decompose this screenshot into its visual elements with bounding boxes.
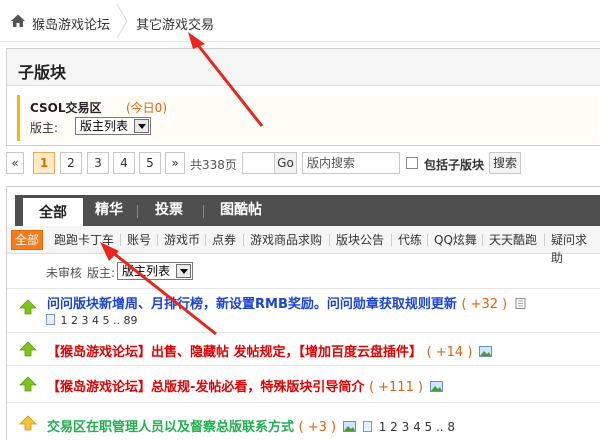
category-boosting[interactable]: 代练 <box>394 230 426 250</box>
breadcrumb-separator-icon <box>116 4 128 38</box>
category-account[interactable]: 账号 <box>123 230 155 250</box>
pinned-up-arrow-icon <box>19 376 37 392</box>
thread-title-link[interactable]: 【猴岛游戏论坛】总版规-发帖必看，特殊版块引导简介 ( +111 ) <box>47 376 443 395</box>
category-separator <box>544 234 545 246</box>
thread-title-text: 问问版块新增周、月排行榜，新设置RMB奖励。问问勋章获取规则更新 <box>47 297 457 312</box>
thread-pages-text: 1 2 3 4 5 .. 8 <box>378 420 456 434</box>
category-separator <box>120 234 121 246</box>
category-filter-bar: 全部 跑跑卡丁车 账号 游戏币 点券 游戏商品求购 版块公告 代练 QQ炫舞 天… <box>7 226 600 265</box>
filter-moderator-label: 版主: <box>87 266 116 280</box>
total-pages-label: 共338页 <box>190 158 237 172</box>
table-row: 交易区在职管理人员以及督察总版联系方式 ( +3 ) 1 2 3 4 5 .. … <box>7 402 600 440</box>
category-vouchers[interactable]: 点券 <box>208 230 240 250</box>
home-icon[interactable] <box>10 13 26 29</box>
subforum-today-count: (今日0) <box>126 101 167 115</box>
subforum-panel: 子版块 CSOL交易区 (今日0) 版主: 版主列表 <box>6 48 600 146</box>
tab-image-posts[interactable]: 图酷帖 <box>211 195 271 226</box>
moderator-select[interactable]: 版主列表 <box>75 117 151 135</box>
pinned-up-arrow-icon <box>19 299 37 315</box>
category-separator <box>329 234 330 246</box>
category-game-coins[interactable]: 游戏币 <box>160 230 204 250</box>
image-icon <box>342 421 356 432</box>
chevron-down-icon <box>176 264 191 278</box>
thread-heat: ( +32 ) <box>461 297 508 312</box>
thread-heat: ( +3 ) <box>298 420 337 435</box>
moderator-select-value: 版主列表 <box>80 119 129 133</box>
page-button-1[interactable]: 1 <box>33 152 55 174</box>
moderator-label: 版主: <box>30 121 59 135</box>
thread-filter: 未审核 版主: 版主列表 <box>7 254 600 288</box>
page-button-4[interactable]: 4 <box>113 152 135 174</box>
thread-heat: ( +14 ) <box>426 345 473 360</box>
unreviewed-link[interactable]: 未审核 <box>46 264 82 281</box>
next-page-button[interactable]: » <box>165 152 185 174</box>
tab-all[interactable]: 全部 <box>23 195 83 226</box>
thread-tabs: 全部 精华 投票 图酷帖 <box>7 187 600 226</box>
page-button-3[interactable]: 3 <box>87 152 109 174</box>
category-separator <box>157 234 158 246</box>
image-icon <box>478 346 492 357</box>
thread-page-links[interactable]: 1 2 3 4 5 .. 89 <box>46 314 137 327</box>
file-icon <box>515 298 526 309</box>
tab-separator <box>137 205 138 218</box>
tab-separator <box>203 205 204 218</box>
page-jump-input[interactable] <box>242 152 276 174</box>
thread-title-text: 交易区在职管理人员以及督察总版联系方式 <box>47 420 295 435</box>
pinned-up-arrow-icon <box>19 341 37 357</box>
filter-moderator-select[interactable]: 版主列表 <box>117 262 193 280</box>
prev-page-button[interactable]: « <box>6 152 24 174</box>
thread-title-link[interactable]: 问问版块新增周、月排行榜，新设置RMB奖励。问问勋章获取规则更新 ( +32 ) <box>47 293 527 312</box>
thread-title-link[interactable]: 【猴岛游戏论坛】出售、隐藏帖 发帖规定，【增加百度云盘插件】 ( +14 ) <box>47 341 492 360</box>
category-announcements[interactable]: 版块公告 <box>332 230 388 250</box>
thread-title-link[interactable]: 交易区在职管理人员以及督察总版联系方式 ( +3 ) 1 2 3 4 5 .. … <box>47 416 455 435</box>
thread-title-text: 【猴岛游戏论坛】总版规-发帖必看，特殊版块引导简介 <box>47 380 365 395</box>
page-button-5[interactable]: 5 <box>139 152 161 174</box>
table-row: 【猴岛游戏论坛】出售、隐藏帖 发帖规定，【增加百度云盘插件】 ( +14 ) <box>7 332 600 365</box>
include-subforum-checkbox[interactable] <box>406 157 418 169</box>
filter-moderator-select-value: 版主列表 <box>122 264 171 278</box>
category-separator <box>243 234 244 246</box>
subforum-item: CSOL交易区 (今日0) 版主: 版主列表 <box>17 95 597 141</box>
include-subforum-label: 包括子版块 <box>424 158 485 172</box>
subforum-heading: 子版块 <box>7 49 600 86</box>
forum-search-input[interactable]: 版内搜索 <box>302 152 400 174</box>
category-all[interactable]: 全部 <box>11 230 44 250</box>
thread-list: 全部 精华 投票 图酷帖 全部 跑跑卡丁车 账号 游戏币 点券 游戏商品求购 版… <box>6 186 600 440</box>
chevron-down-icon <box>134 119 149 133</box>
category-separator <box>427 234 428 246</box>
image-icon <box>429 381 443 392</box>
category-kart[interactable]: 跑跑卡丁车 <box>50 230 118 250</box>
page-go-button[interactable]: Go <box>274 152 297 174</box>
pinned-up-arrow-icon <box>19 415 37 431</box>
breadcrumb: 猴岛游戏论坛 其它游戏交易 <box>0 0 600 42</box>
tab-poll[interactable]: 投票 <box>147 195 191 226</box>
search-button[interactable]: 搜索 <box>489 152 521 174</box>
category-item-wanted[interactable]: 游戏商品求购 <box>246 230 326 250</box>
category-separator <box>391 234 392 246</box>
subforum-name-link[interactable]: CSOL交易区 <box>30 99 102 116</box>
category-parkour[interactable]: 天天酷跑 <box>485 230 541 250</box>
thread-pages-text: 1 2 3 4 5 .. 89 <box>60 314 138 327</box>
pages-icon <box>363 421 373 432</box>
breadcrumb-board-link[interactable]: 其它游戏交易 <box>136 14 214 33</box>
breadcrumb-forum-link[interactable]: 猴岛游戏论坛 <box>32 14 110 33</box>
category-separator <box>205 234 206 246</box>
tab-digest[interactable]: 精华 <box>87 195 131 226</box>
page-button-2[interactable]: 2 <box>60 152 82 174</box>
category-qq-dance[interactable]: QQ炫舞 <box>430 230 481 250</box>
category-help[interactable]: 疑问求助 <box>547 230 600 265</box>
pagination-bar: « 1 2 3 4 5 » 共338页 Go 版内搜索 包括子版块 搜索 <box>6 152 600 176</box>
table-row: 问问版块新增周、月排行榜，新设置RMB奖励。问问勋章获取规则更新 ( +32 )… <box>7 288 600 332</box>
table-row: 【猴岛游戏论坛】总版规-发帖必看，特殊版块引导简介 ( +111 ) <box>7 365 600 402</box>
category-separator <box>482 234 483 246</box>
thread-heat: ( +111 ) <box>368 380 424 395</box>
pages-icon <box>46 314 55 325</box>
thread-title-text: 【猴岛游戏论坛】出售、隐藏帖 发帖规定，【增加百度云盘插件】 <box>47 345 423 360</box>
